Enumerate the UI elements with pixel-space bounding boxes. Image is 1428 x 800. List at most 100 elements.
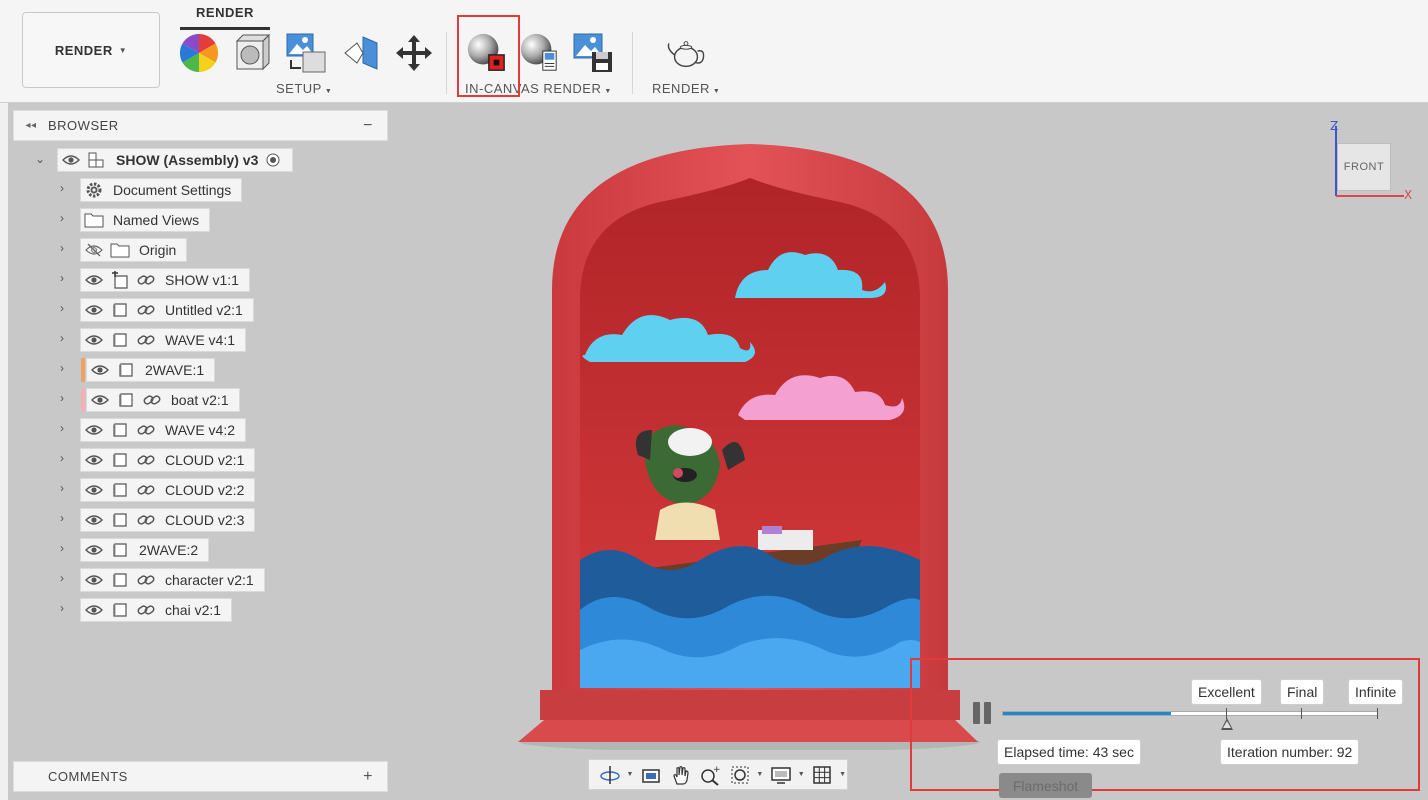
scene-settings-button[interactable] bbox=[232, 32, 274, 74]
zoom-button[interactable]: + bbox=[697, 763, 723, 787]
chevron-right-icon[interactable]: › bbox=[57, 451, 67, 465]
chevron-right-icon[interactable]: › bbox=[57, 481, 67, 495]
browser-item[interactable]: Untitled v2:1 bbox=[80, 298, 254, 322]
look-at-icon bbox=[642, 768, 660, 783]
browser-item[interactable]: Origin bbox=[80, 238, 188, 262]
chevron-right-icon[interactable]: › bbox=[57, 241, 67, 255]
browser-panel-header[interactable]: ◂◂ BROWSER − bbox=[13, 110, 388, 141]
assembly-icon bbox=[84, 151, 110, 169]
pause-render-button[interactable] bbox=[970, 700, 994, 726]
link-icon bbox=[133, 422, 159, 438]
browser-item[interactable]: Document Settings bbox=[80, 178, 243, 202]
pan-button[interactable] bbox=[668, 763, 694, 787]
chevron-right-icon[interactable]: › bbox=[57, 301, 67, 315]
workspace-switcher[interactable]: RENDER ▼ bbox=[22, 12, 160, 88]
browser-item-label: Origin bbox=[139, 242, 177, 258]
render-viewport-model[interactable] bbox=[500, 130, 1000, 750]
component-icon bbox=[107, 601, 133, 619]
component-icon bbox=[107, 421, 133, 439]
browser-item[interactable]: SHOW v1:1 bbox=[80, 268, 250, 292]
chevron-right-icon[interactable]: › bbox=[57, 571, 67, 585]
browser-item[interactable]: CLOUD v2:3 bbox=[80, 508, 256, 532]
browser-item[interactable]: 2WAVE:1 bbox=[86, 358, 216, 382]
viewcube-front[interactable]: FRONT bbox=[1337, 143, 1391, 191]
tab-render[interactable]: RENDER bbox=[180, 5, 270, 20]
comments-panel-header[interactable]: COMMENTS + bbox=[13, 761, 388, 792]
browser-item[interactable]: CLOUD v2:2 bbox=[80, 478, 256, 502]
zoom-window-icon bbox=[731, 766, 749, 783]
render-progress-track bbox=[1002, 711, 1378, 716]
chevron-right-icon[interactable]: › bbox=[57, 601, 67, 615]
display-settings-button[interactable] bbox=[768, 763, 794, 787]
render-quality-marker[interactable] bbox=[1221, 718, 1233, 730]
level-infinite[interactable]: Infinite bbox=[1348, 679, 1404, 705]
orbit-button[interactable] bbox=[597, 763, 623, 787]
chevron-down-icon: ▼ bbox=[712, 88, 721, 95]
setup-group[interactable]: SETUP ▼ bbox=[276, 81, 332, 96]
collapse-panel-icon[interactable]: ◂◂ bbox=[14, 120, 48, 131]
browser-item[interactable]: 2WAVE:2 bbox=[80, 538, 210, 562]
grounded-component-icon bbox=[107, 270, 133, 290]
chevron-right-icon[interactable]: › bbox=[57, 391, 67, 405]
in-canvas-render-settings-button[interactable] bbox=[518, 32, 560, 74]
decal-button[interactable] bbox=[340, 32, 382, 74]
link-icon bbox=[133, 302, 159, 318]
scene-appearance-button[interactable] bbox=[178, 32, 220, 74]
chevron-right-icon[interactable]: › bbox=[57, 211, 67, 225]
visibility-eye-icon bbox=[81, 334, 107, 346]
hidden-eye-icon bbox=[81, 243, 107, 257]
iteration-number: Iteration number: 92 bbox=[1220, 739, 1360, 765]
chevron-right-icon[interactable]: › bbox=[57, 541, 67, 555]
grid-settings-button[interactable] bbox=[810, 763, 836, 787]
browser-item-label: WAVE v4:2 bbox=[165, 422, 236, 438]
capture-image-icon bbox=[573, 33, 612, 72]
browser-item[interactable]: WAVE v4:2 bbox=[80, 418, 247, 442]
link-icon bbox=[133, 332, 159, 348]
elapsed-time: Elapsed time: 43 sec bbox=[997, 739, 1141, 765]
chevron-down-icon[interactable]: ▼ bbox=[756, 771, 764, 778]
setup-label: SETUP bbox=[276, 81, 322, 96]
render-button[interactable] bbox=[665, 32, 707, 74]
svg-text:+: + bbox=[713, 765, 721, 775]
browser-root-node[interactable]: SHOW (Assembly) v3 bbox=[57, 148, 294, 172]
browser-item[interactable]: WAVE v4:1 bbox=[80, 328, 247, 352]
render-group[interactable]: RENDER ▼ bbox=[652, 81, 720, 96]
link-icon bbox=[139, 392, 165, 408]
chevron-right-icon[interactable]: › bbox=[57, 331, 67, 345]
divider bbox=[446, 32, 447, 94]
browser-item[interactable]: character v2:1 bbox=[80, 568, 265, 592]
chevron-right-icon[interactable]: › bbox=[57, 271, 67, 285]
capture-image-button[interactable] bbox=[572, 32, 614, 74]
zoom-icon: + bbox=[701, 765, 721, 786]
component-icon bbox=[107, 481, 133, 499]
browser-item[interactable]: Named Views bbox=[80, 208, 211, 232]
component-icon bbox=[107, 511, 133, 529]
zoom-window-button[interactable] bbox=[727, 763, 753, 787]
chevron-down-icon[interactable]: ▼ bbox=[627, 771, 635, 778]
chevron-down-icon[interactable]: ▼ bbox=[839, 771, 847, 778]
browser-item-label: 2WAVE:2 bbox=[139, 542, 199, 558]
orbit-icon bbox=[600, 765, 620, 784]
add-comment-icon[interactable]: + bbox=[363, 768, 373, 786]
move-button[interactable] bbox=[393, 32, 435, 74]
browser-item[interactable]: chai v2:1 bbox=[80, 598, 233, 622]
minimize-icon[interactable]: − bbox=[363, 117, 373, 135]
browser-item[interactable]: boat v2:1 bbox=[86, 388, 240, 412]
chevron-right-icon[interactable]: › bbox=[57, 421, 67, 435]
left-edge bbox=[0, 103, 8, 800]
look-at-button[interactable] bbox=[638, 763, 664, 787]
browser-item-label: chai v2:1 bbox=[165, 602, 222, 618]
chevron-down-icon[interactable]: ▼ bbox=[798, 771, 806, 778]
chevron-right-icon[interactable]: › bbox=[57, 511, 67, 525]
browser-item-label: CLOUD v2:1 bbox=[165, 452, 245, 468]
level-excellent[interactable]: Excellent bbox=[1191, 679, 1262, 705]
browser-item-label: Document Settings bbox=[113, 182, 232, 198]
texture-map-button[interactable] bbox=[285, 32, 327, 74]
link-icon bbox=[133, 482, 159, 498]
chevron-right-icon[interactable]: › bbox=[57, 181, 67, 195]
level-final[interactable]: Final bbox=[1280, 679, 1325, 705]
chevron-down-icon[interactable]: ⌄ bbox=[35, 152, 45, 166]
chevron-right-icon[interactable]: › bbox=[57, 361, 67, 375]
browser-item[interactable]: CLOUD v2:1 bbox=[80, 448, 256, 472]
gear-icon bbox=[81, 181, 107, 199]
